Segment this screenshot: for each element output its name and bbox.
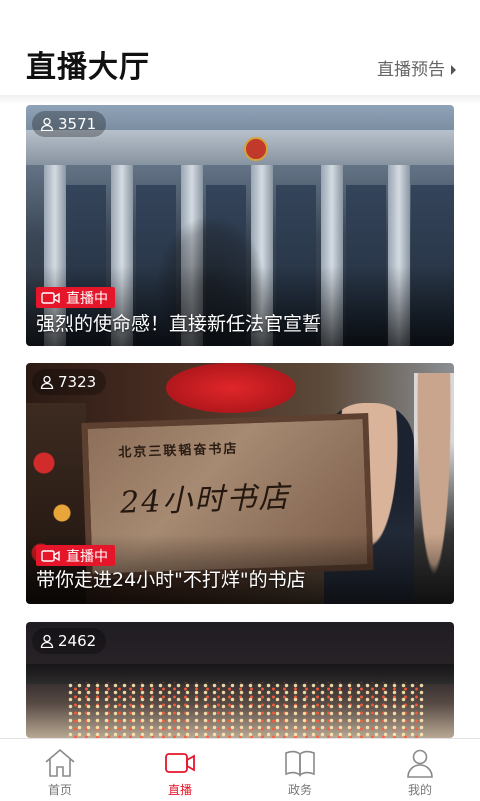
user-icon <box>40 117 54 131</box>
video-camera-icon <box>41 549 60 562</box>
live-title: 强烈的使命感！直接新任法官宣誓 <box>36 313 322 335</box>
tab-label: 直播 <box>167 783 192 797</box>
live-status-label: 直播中 <box>66 548 108 565</box>
user-icon <box>40 634 54 648</box>
live-preview-label: 直播预告 <box>377 60 445 80</box>
header-divider <box>0 95 480 105</box>
live-card[interactable]: 2462 <box>26 622 454 738</box>
live-card[interactable]: 北京三联韬奋书店 24小时书店 7323 直播中 带你走进24小时"不打烊"的书… <box>26 363 454 604</box>
viewer-count: 2462 <box>32 628 107 654</box>
live-title: 带你走进24小时"不打烊"的书店 <box>36 569 306 591</box>
video-camera-icon <box>41 291 60 304</box>
user-icon <box>40 375 54 389</box>
emblem-icon <box>244 137 268 161</box>
page-header: 直播大厅 直播预告 <box>0 0 480 95</box>
tab-live[interactable]: 直播 <box>120 739 240 801</box>
home-icon <box>45 748 75 777</box>
page-title: 直播大厅 <box>26 50 150 85</box>
viewer-count-value: 3571 <box>58 115 97 133</box>
live-thumbnail <box>26 105 454 346</box>
book-icon <box>285 750 315 777</box>
video-camera-icon <box>165 753 195 773</box>
viewer-count: 3571 <box>32 111 107 137</box>
live-status-badge: 直播中 <box>36 287 115 308</box>
plaque-main-text: 24小时书店 <box>119 479 291 521</box>
plaque-top-text: 北京三联韬奋书店 <box>118 441 239 461</box>
tab-label: 首页 <box>47 783 72 797</box>
chevron-right-icon <box>451 65 456 75</box>
viewer-count-value: 7323 <box>58 373 97 391</box>
live-card[interactable]: 3571 直播中 强烈的使命感！直接新任法官宣誓 <box>26 105 454 346</box>
tab-label: 政务 <box>287 783 312 797</box>
tab-home[interactable]: 首页 <box>0 739 120 801</box>
viewer-count-value: 2462 <box>58 632 97 650</box>
bottom-tab-bar: 首页 直播 政务 我的 <box>0 738 480 801</box>
user-icon <box>407 749 433 778</box>
viewer-count: 7323 <box>32 369 107 395</box>
live-preview-link[interactable]: 直播预告 <box>377 58 456 82</box>
live-status-label: 直播中 <box>66 290 108 307</box>
tab-me[interactable]: 我的 <box>360 739 480 801</box>
tab-government[interactable]: 政务 <box>240 739 360 801</box>
tab-label: 我的 <box>407 783 432 797</box>
live-status-badge: 直播中 <box>36 545 115 566</box>
